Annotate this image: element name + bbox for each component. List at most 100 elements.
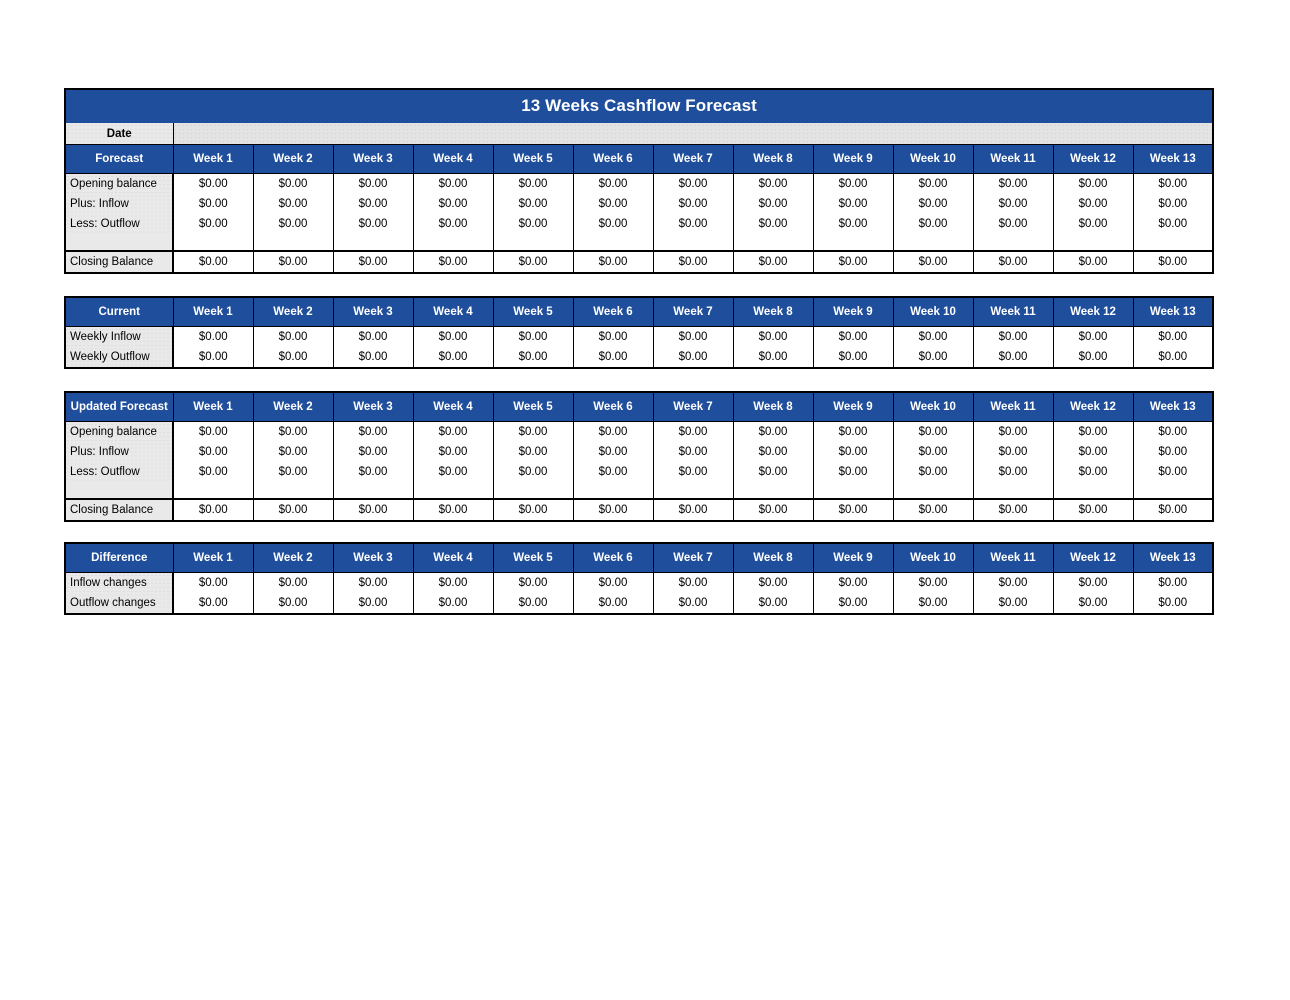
cell-difference-r0-c10[interactable]: $0.00: [892, 572, 974, 593]
cell-current-r0-c2[interactable]: $0.00: [252, 326, 334, 347]
cell-updated_forecast-r1-c2[interactable]: $0.00: [252, 442, 334, 462]
cell-forecast-r1-c3[interactable]: $0.00: [332, 194, 414, 214]
cell-forecast-r2-c4[interactable]: $0.00: [412, 214, 494, 234]
cell-updated_forecast-r1-c8[interactable]: $0.00: [732, 442, 814, 462]
cell-forecast-r2-c11[interactable]: $0.00: [972, 214, 1054, 234]
cell-current-r1-c7[interactable]: $0.00: [652, 347, 734, 369]
cell-updated_forecast-r1-c10[interactable]: $0.00: [892, 442, 974, 462]
cell-updated_forecast-r2-c3[interactable]: $0.00: [332, 462, 414, 482]
cell-updated_forecast-r0-c10[interactable]: $0.00: [892, 421, 974, 442]
cell-current-r1-c8[interactable]: $0.00: [732, 347, 814, 369]
cell-current-r1-c5[interactable]: $0.00: [492, 347, 574, 369]
cell-updated_forecast-r0-c7[interactable]: $0.00: [652, 421, 734, 442]
cell-updated_forecast-rtotal-c12[interactable]: $0.00: [1052, 498, 1134, 522]
cell-forecast-r0-c1[interactable]: $0.00: [172, 173, 254, 194]
cell-forecast-r1-c5[interactable]: $0.00: [492, 194, 574, 214]
cell-current-r0-c1[interactable]: $0.00: [172, 326, 254, 347]
cell-forecast-rtotal-c2[interactable]: $0.00: [252, 250, 334, 274]
cell-updated_forecast-r0-c3[interactable]: $0.00: [332, 421, 414, 442]
cell-forecast-r1-c8[interactable]: $0.00: [732, 194, 814, 214]
cell-forecast-rtotal-c12[interactable]: $0.00: [1052, 250, 1134, 274]
cell-current-r1-c13[interactable]: $0.00: [1132, 347, 1214, 369]
cell-updated_forecast-r1-c13[interactable]: $0.00: [1132, 442, 1214, 462]
cell-forecast-rtotal-c5[interactable]: $0.00: [492, 250, 574, 274]
cell-forecast-rtotal-c9[interactable]: $0.00: [812, 250, 894, 274]
cell-updated_forecast-rtotal-c2[interactable]: $0.00: [252, 498, 334, 522]
cell-updated_forecast-r0-c5[interactable]: $0.00: [492, 421, 574, 442]
cell-forecast-r2-c6[interactable]: $0.00: [572, 214, 654, 234]
cell-updated_forecast-r1-c11[interactable]: $0.00: [972, 442, 1054, 462]
cell-difference-r1-c5[interactable]: $0.00: [492, 593, 574, 615]
cell-forecast-r0-c7[interactable]: $0.00: [652, 173, 734, 194]
cell-forecast-rtotal-c3[interactable]: $0.00: [332, 250, 414, 274]
cell-updated_forecast-rtotal-c1[interactable]: $0.00: [172, 498, 254, 522]
cell-current-r1-c9[interactable]: $0.00: [812, 347, 894, 369]
cell-difference-r1-c4[interactable]: $0.00: [412, 593, 494, 615]
cell-updated_forecast-rtotal-c10[interactable]: $0.00: [892, 498, 974, 522]
cell-forecast-rtotal-c6[interactable]: $0.00: [572, 250, 654, 274]
cell-updated_forecast-r2-c5[interactable]: $0.00: [492, 462, 574, 482]
cell-current-r0-c10[interactable]: $0.00: [892, 326, 974, 347]
cell-updated_forecast-r0-c1[interactable]: $0.00: [172, 421, 254, 442]
cell-difference-r0-c3[interactable]: $0.00: [332, 572, 414, 593]
cell-forecast-r0-c3[interactable]: $0.00: [332, 173, 414, 194]
cell-updated_forecast-rtotal-c11[interactable]: $0.00: [972, 498, 1054, 522]
cell-difference-r0-c9[interactable]: $0.00: [812, 572, 894, 593]
cell-difference-r0-c13[interactable]: $0.00: [1132, 572, 1214, 593]
cell-updated_forecast-r1-c1[interactable]: $0.00: [172, 442, 254, 462]
cell-updated_forecast-r0-c8[interactable]: $0.00: [732, 421, 814, 442]
cell-forecast-r0-c8[interactable]: $0.00: [732, 173, 814, 194]
cell-current-r0-c13[interactable]: $0.00: [1132, 326, 1214, 347]
cell-forecast-r1-c7[interactable]: $0.00: [652, 194, 734, 214]
cell-forecast-r0-c4[interactable]: $0.00: [412, 173, 494, 194]
cell-current-r1-c4[interactable]: $0.00: [412, 347, 494, 369]
cell-forecast-r0-c6[interactable]: $0.00: [572, 173, 654, 194]
cell-current-r1-c1[interactable]: $0.00: [172, 347, 254, 369]
cell-updated_forecast-r2-c9[interactable]: $0.00: [812, 462, 894, 482]
cell-updated_forecast-r2-c8[interactable]: $0.00: [732, 462, 814, 482]
cell-difference-r0-c8[interactable]: $0.00: [732, 572, 814, 593]
cell-updated_forecast-r0-c9[interactable]: $0.00: [812, 421, 894, 442]
cell-updated_forecast-r2-c11[interactable]: $0.00: [972, 462, 1054, 482]
cell-updated_forecast-r0-c12[interactable]: $0.00: [1052, 421, 1134, 442]
cell-difference-r0-c4[interactable]: $0.00: [412, 572, 494, 593]
cell-forecast-r0-c13[interactable]: $0.00: [1132, 173, 1215, 194]
cell-forecast-r0-c2[interactable]: $0.00: [252, 173, 334, 194]
cell-updated_forecast-r1-c7[interactable]: $0.00: [652, 442, 734, 462]
cell-current-r0-c12[interactable]: $0.00: [1052, 326, 1134, 347]
cell-forecast-r0-c10[interactable]: $0.00: [892, 173, 974, 194]
cell-current-r0-c5[interactable]: $0.00: [492, 326, 574, 347]
cell-forecast-rtotal-c1[interactable]: $0.00: [172, 250, 254, 274]
cell-forecast-r2-c9[interactable]: $0.00: [812, 214, 894, 234]
cell-updated_forecast-r1-c3[interactable]: $0.00: [332, 442, 414, 462]
cell-difference-r1-c3[interactable]: $0.00: [332, 593, 414, 615]
cell-updated_forecast-r1-c9[interactable]: $0.00: [812, 442, 894, 462]
cell-updated_forecast-r2-c4[interactable]: $0.00: [412, 462, 494, 482]
cell-forecast-r0-c5[interactable]: $0.00: [492, 173, 574, 194]
cell-forecast-rtotal-c8[interactable]: $0.00: [732, 250, 814, 274]
cell-updated_forecast-rtotal-c4[interactable]: $0.00: [412, 498, 494, 522]
cell-forecast-r2-c10[interactable]: $0.00: [892, 214, 974, 234]
cell-updated_forecast-rtotal-c7[interactable]: $0.00: [652, 498, 734, 522]
cell-updated_forecast-r1-c12[interactable]: $0.00: [1052, 442, 1134, 462]
cell-difference-r1-c6[interactable]: $0.00: [572, 593, 654, 615]
cell-forecast-r1-c11[interactable]: $0.00: [972, 194, 1054, 214]
cell-current-r1-c11[interactable]: $0.00: [972, 347, 1054, 369]
cell-forecast-r1-c9[interactable]: $0.00: [812, 194, 894, 214]
cell-updated_forecast-rtotal-c5[interactable]: $0.00: [492, 498, 574, 522]
cell-forecast-r0-c12[interactable]: $0.00: [1052, 173, 1134, 194]
cell-updated_forecast-r1-c5[interactable]: $0.00: [492, 442, 574, 462]
cell-forecast-r2-c7[interactable]: $0.00: [652, 214, 734, 234]
cell-updated_forecast-rtotal-c9[interactable]: $0.00: [812, 498, 894, 522]
cell-updated_forecast-rtotal-c8[interactable]: $0.00: [732, 498, 814, 522]
cell-difference-r0-c5[interactable]: $0.00: [492, 572, 574, 593]
cell-current-r0-c7[interactable]: $0.00: [652, 326, 734, 347]
cell-difference-r0-c12[interactable]: $0.00: [1052, 572, 1134, 593]
cell-difference-r1-c11[interactable]: $0.00: [972, 593, 1054, 615]
cell-difference-r1-c2[interactable]: $0.00: [252, 593, 334, 615]
cell-updated_forecast-r2-c7[interactable]: $0.00: [652, 462, 734, 482]
cell-forecast-rtotal-c4[interactable]: $0.00: [412, 250, 494, 274]
cell-current-r0-c6[interactable]: $0.00: [572, 326, 654, 347]
cell-updated_forecast-r2-c10[interactable]: $0.00: [892, 462, 974, 482]
cell-forecast-r2-c2[interactable]: $0.00: [252, 214, 334, 234]
